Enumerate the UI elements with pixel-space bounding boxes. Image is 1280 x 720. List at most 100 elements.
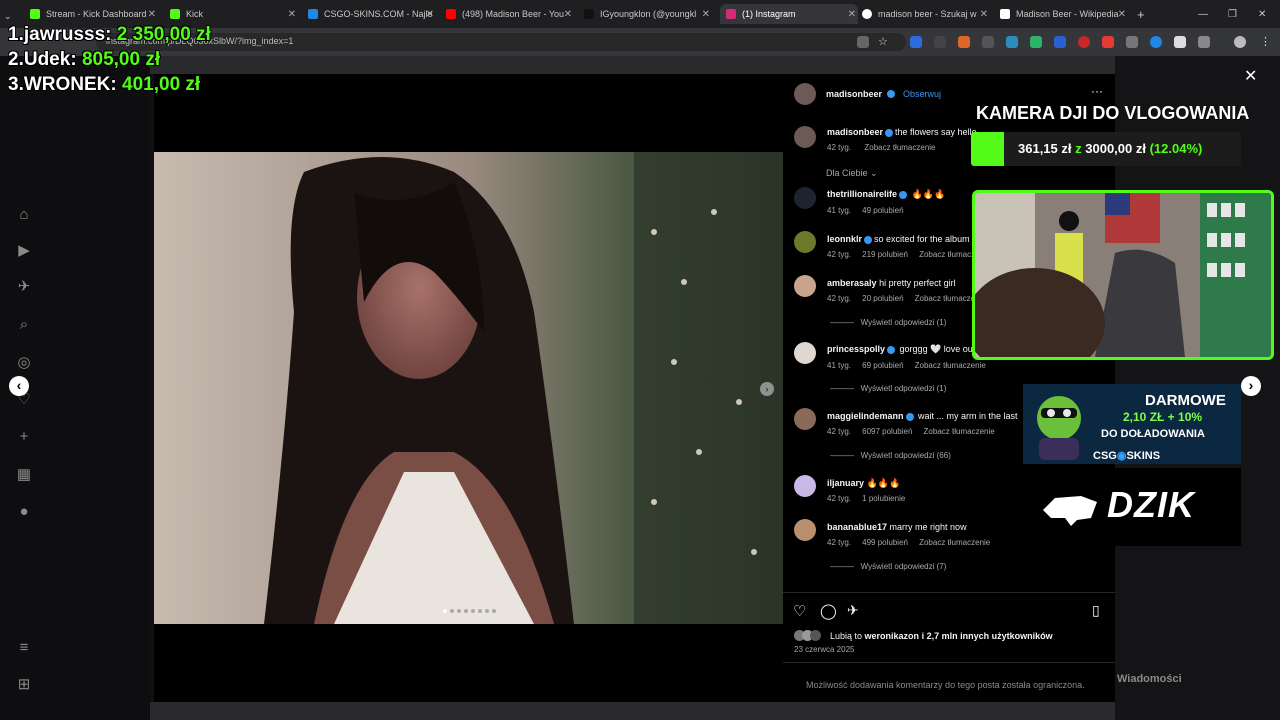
follow-button[interactable]: Obserwuj <box>903 89 941 99</box>
donation-goal-fill <box>971 132 1004 166</box>
close-icon[interactable]: ✕ <box>1118 9 1126 20</box>
translate-link[interactable]: Zobacz tłumaczenie <box>919 538 990 547</box>
home-icon[interactable]: ⌂ <box>15 206 33 224</box>
extension-icon[interactable] <box>934 36 946 48</box>
extension-icon[interactable] <box>1078 36 1090 48</box>
comment-avatar[interactable] <box>794 408 816 430</box>
caption-username[interactable]: madisonbeer <box>827 127 883 137</box>
close-icon[interactable]: ✕ <box>288 9 296 20</box>
comment-username[interactable]: amberasaly <box>827 278 877 288</box>
bookmark-star-icon[interactable]: ☆ <box>878 36 890 48</box>
view-replies-link[interactable]: ——— Wyświetl odpowiedzi (7) <box>830 562 946 571</box>
comment-avatar[interactable] <box>794 187 816 209</box>
extension-icon[interactable] <box>1126 36 1138 48</box>
more-options-icon[interactable]: ··· <box>1091 84 1103 98</box>
comment-avatar[interactable] <box>794 231 816 253</box>
comment-avatar[interactable] <box>794 519 816 541</box>
goal-separator: z <box>1075 141 1082 156</box>
comment-username[interactable]: bananablue17 <box>827 522 887 532</box>
like-heart-icon[interactable]: ♡ <box>793 602 806 620</box>
extension-icon[interactable] <box>1054 36 1066 48</box>
liked-by-user[interactable]: weronikazon <box>865 631 920 641</box>
csgo-skins-icon <box>308 9 318 19</box>
extensions-puzzle-icon[interactable] <box>1198 36 1210 48</box>
comment-avatar[interactable] <box>794 342 816 364</box>
comment-username[interactable]: iljanuary <box>827 478 864 488</box>
caption-avatar[interactable] <box>794 126 816 148</box>
carousel-next-button[interactable]: › <box>760 382 774 396</box>
tab-kick-dashboard[interactable]: Stream - Kick Dashboard ✕ <box>30 4 158 24</box>
close-modal-icon[interactable]: ✕ <box>1244 66 1257 86</box>
close-icon[interactable]: ✕ <box>564 9 572 20</box>
comment-username[interactable]: maggielindemann <box>827 411 904 421</box>
close-icon[interactable]: ✕ <box>848 9 856 20</box>
view-replies-link[interactable]: ——— Wyświetl odpowiedzi (1) <box>830 318 946 327</box>
comment-username[interactable]: thetrillionairelife <box>827 189 897 199</box>
share-icon[interactable]: ✈ <box>847 602 859 619</box>
liked-by-others[interactable]: i 2,7 mln innych użytkowników <box>922 631 1053 641</box>
messages-button[interactable]: Wiadomości <box>1117 673 1182 685</box>
extension-icon[interactable] <box>1030 36 1042 48</box>
comment-username[interactable]: princesspolly <box>827 344 885 354</box>
maximize-button[interactable]: ❐ <box>1228 4 1237 24</box>
tab-wikipedia[interactable]: Madison Beer - Wikipedia ✕ <box>1000 4 1128 24</box>
extension-icon[interactable] <box>1006 36 1018 48</box>
tab-kick[interactable]: Kick ✕ <box>170 4 298 24</box>
tab-instagram[interactable]: (1) Instagram ✕ <box>720 4 858 24</box>
close-icon[interactable]: ✕ <box>426 9 434 20</box>
close-icon[interactable]: ✕ <box>702 9 710 20</box>
comment-likes[interactable]: 219 polubień <box>862 250 908 259</box>
also-from-meta-icon[interactable]: ⊞ <box>15 676 33 694</box>
view-replies-link[interactable]: ——— Wyświetl odpowiedzi (1) <box>830 384 946 393</box>
extension-icon[interactable] <box>1174 36 1186 48</box>
save-bookmark-icon[interactable]: ▯ <box>1092 602 1100 619</box>
reels-icon[interactable]: ▶ <box>15 242 33 260</box>
close-icon[interactable]: ✕ <box>980 9 988 20</box>
comment-username[interactable]: leonnklr <box>827 234 862 244</box>
dashboard-icon[interactable]: ▦ <box>15 466 33 484</box>
more-menu-icon[interactable]: ≡ <box>15 639 33 657</box>
comment-bubble-icon[interactable]: ◯ <box>820 602 837 620</box>
extension-icon[interactable] <box>1102 36 1114 48</box>
author-avatar[interactable] <box>794 83 816 105</box>
menu-dots-icon[interactable]: ⋮ <box>1260 36 1272 48</box>
extension-icon[interactable] <box>958 36 970 48</box>
translate-link[interactable]: Zobacz tłumaczenie <box>915 361 986 370</box>
translate-link[interactable]: Zobacz tłumaczenie <box>924 427 995 436</box>
comment-meta: 42 tyg. 6097 polubień Zobacz tłumaczenie <box>827 427 995 436</box>
extension-icon[interactable] <box>910 36 922 48</box>
previous-post-button[interactable]: ‹ <box>9 376 29 396</box>
search-icon[interactable]: ⌕ <box>15 316 33 334</box>
author-username[interactable]: madisonbeer <box>826 89 882 99</box>
install-app-icon[interactable] <box>857 36 869 48</box>
create-icon[interactable]: + <box>15 428 33 446</box>
window-close-button[interactable]: ✕ <box>1258 4 1266 24</box>
tab-csgo-skins[interactable]: CSGO-SKINS.COM - Najle ✕ <box>308 4 436 24</box>
translate-link[interactable]: Zobacz tłumaczenie <box>864 143 935 152</box>
profile-avatar[interactable] <box>1234 36 1246 48</box>
close-icon[interactable]: ✕ <box>148 9 156 20</box>
tab-tiktok[interactable]: IGyoungklon (@youngkl ✕ <box>584 4 712 24</box>
messages-icon[interactable]: ✈ <box>15 278 33 296</box>
comment-avatar[interactable] <box>794 275 816 297</box>
view-replies-link[interactable]: ——— Wyświetl odpowiedzi (66) <box>830 451 951 460</box>
comment-avatar[interactable] <box>794 475 816 497</box>
ad-headline: DARMOWE <box>1145 392 1226 409</box>
next-post-button[interactable]: › <box>1241 376 1261 396</box>
comment-likes[interactable]: 499 polubień <box>862 538 908 547</box>
profile-icon[interactable]: ● <box>15 503 33 521</box>
comment-filter-dropdown[interactable]: Dla Ciebie ⌄ <box>826 168 878 179</box>
new-tab-button[interactable]: + <box>1137 4 1145 24</box>
comment-likes[interactable]: 1 polubienie <box>862 494 905 503</box>
tab-youtube[interactable]: (498) Madison Beer - You ✕ <box>446 4 574 24</box>
extension-icon[interactable] <box>1150 36 1162 48</box>
comment-likes[interactable]: 49 polubień <box>862 206 903 215</box>
explore-icon[interactable]: ◎ <box>15 354 33 372</box>
comment-likes[interactable]: 6097 polubień <box>862 427 912 436</box>
comment-likes[interactable]: 69 polubień <box>862 361 903 370</box>
minimize-button[interactable]: — <box>1198 4 1208 24</box>
post-photo[interactable] <box>154 152 783 624</box>
tab-google[interactable]: madison beer - Szukaj w ✕ <box>862 4 990 24</box>
comment-likes[interactable]: 20 polubień <box>862 294 903 303</box>
extension-icon[interactable] <box>982 36 994 48</box>
